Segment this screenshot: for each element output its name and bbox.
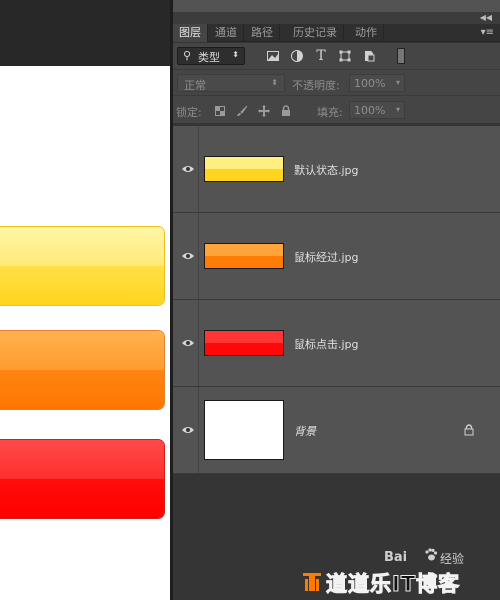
lock-icon — [464, 424, 476, 436]
chevron-updown-icon: ⬍ — [271, 78, 278, 87]
layers-panel: ◀◀ 图层 通道 路径 历史记录 动作 ▾≡ ⚲ 类型 ⬍ T 正常 ⬍ 不透明… — [170, 0, 500, 600]
image-icon[interactable] — [265, 48, 281, 64]
opacity-field[interactable]: 100% ▾ — [349, 74, 405, 92]
shape-icon[interactable] — [337, 48, 353, 64]
smart-object-icon[interactable] — [361, 48, 377, 64]
fill-label: 填充: — [317, 106, 343, 119]
eye-icon[interactable] — [177, 213, 199, 299]
lock-label: 锁定: — [176, 106, 202, 119]
fill-field[interactable]: 100% ▾ — [349, 101, 405, 119]
lock-all-icon[interactable] — [279, 104, 293, 118]
tab-channels[interactable]: 通道 — [209, 24, 244, 42]
eye-icon[interactable] — [177, 387, 199, 473]
watermark-jingyan: 经验 — [440, 552, 465, 566]
lock-row: 锁定: 填充: 100% ▾ — [173, 95, 500, 123]
eye-icon[interactable] — [177, 300, 199, 386]
layer-name[interactable]: 鼠标点击.jpg — [294, 336, 359, 352]
yellow-button-preview — [0, 226, 165, 306]
canvas-top-bar — [0, 0, 170, 66]
watermark-site-text: 道道乐IT博客 — [325, 572, 461, 597]
filter-toggle-switch[interactable] — [397, 48, 405, 64]
layer-name[interactable]: 鼠标经过.jpg — [294, 249, 359, 265]
layer-name[interactable]: 默认状态.jpg — [294, 162, 359, 178]
layer-row[interactable]: 鼠标经过.jpg — [173, 213, 500, 300]
layer-name[interactable]: 背景 — [294, 423, 316, 439]
paw-icon — [425, 548, 438, 561]
document-canvas[interactable] — [0, 66, 170, 600]
opacity-label: 不透明度: — [292, 79, 340, 92]
site-logo-icon — [303, 573, 321, 591]
layer-row[interactable]: 默认状态.jpg — [173, 126, 500, 213]
orange-button-preview — [0, 330, 165, 410]
lock-transparent-icon[interactable] — [213, 104, 227, 118]
tab-actions[interactable]: 动作 — [349, 24, 384, 42]
chevron-down-icon: ▾ — [395, 105, 400, 114]
red-button-preview — [0, 439, 165, 519]
panel-tabs: 图层 通道 路径 历史记录 动作 ▾≡ — [173, 24, 500, 42]
layer-row[interactable]: 鼠标点击.jpg — [173, 300, 500, 387]
tab-layers[interactable]: 图层 — [173, 24, 208, 42]
tab-history[interactable]: 历史记录 — [287, 24, 344, 42]
layer-filter-row: ⚲ 类型 ⬍ T — [173, 43, 500, 69]
layers-list: 默认状态.jpg 鼠标经过.jpg 鼠标点击.jpg 背景 — [173, 126, 500, 476]
tab-paths[interactable]: 路径 — [245, 24, 280, 42]
layer-thumbnail — [204, 330, 284, 356]
fill-value: 100% — [354, 104, 386, 117]
blend-mode-select[interactable]: 正常 ⬍ — [177, 74, 285, 92]
panel-body: 图层 通道 路径 历史记录 动作 ▾≡ ⚲ 类型 ⬍ T 正常 ⬍ 不透明度: … — [173, 24, 500, 600]
layer-thumbnail — [204, 400, 284, 460]
blend-row: 正常 ⬍ 不透明度: 100% ▾ — [173, 69, 500, 95]
layer-thumbnail — [204, 243, 284, 269]
search-icon: ⚲ — [183, 49, 192, 62]
watermark-baidu: Bai — [384, 550, 408, 565]
filter-kind-label: 类型 — [198, 51, 220, 64]
chevron-down-icon: ▾ — [395, 78, 400, 87]
chevron-updown-icon: ⬍ — [232, 50, 239, 59]
filter-kind-select[interactable]: ⚲ 类型 ⬍ — [177, 47, 245, 65]
panel-menu-icon[interactable]: ▾≡ — [481, 24, 494, 42]
opacity-value: 100% — [354, 77, 386, 90]
type-icon[interactable]: T — [313, 48, 329, 64]
watermark: Bai 经验 道道乐IT博客 — [300, 548, 490, 597]
layer-thumbnail — [204, 156, 284, 182]
lock-brush-icon[interactable] — [235, 104, 249, 118]
collapse-double-chevron-icon[interactable]: ◀◀ — [480, 12, 492, 24]
layer-row[interactable]: 背景 — [173, 387, 500, 474]
lock-move-icon[interactable] — [257, 104, 271, 118]
adjustment-icon[interactable] — [289, 48, 305, 64]
eye-icon[interactable] — [177, 126, 199, 212]
blend-mode-value: 正常 — [184, 79, 206, 92]
panel-header: ◀◀ — [173, 12, 500, 24]
